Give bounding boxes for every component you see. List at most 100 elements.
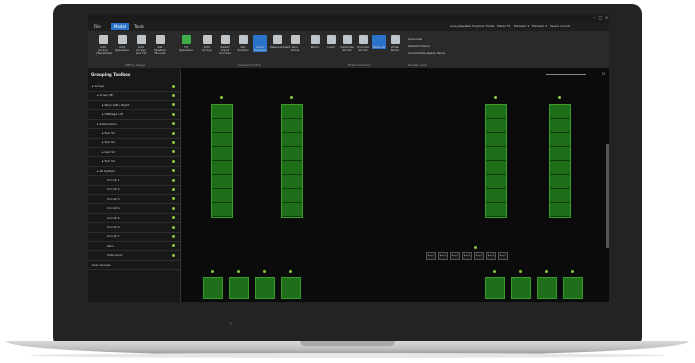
mute-mode-button[interactable]: Mute Mode xyxy=(388,35,402,52)
speaker-cabinet[interactable] xyxy=(486,105,506,119)
amplifier-box[interactable]: Amp 2 xyxy=(438,252,448,260)
amplifier-box[interactable]: Amp 3 xyxy=(450,252,460,260)
speaker-cabinet[interactable] xyxy=(550,147,570,161)
speaker-cabinet[interactable] xyxy=(550,175,570,189)
tree-item[interactable]: ▸ Arrays xyxy=(92,82,104,90)
speaker-cabinet[interactable] xyxy=(282,161,302,175)
top-right-item-element-1[interactable]: Element 1 xyxy=(514,23,529,30)
load-button[interactable]: Load xyxy=(324,35,338,49)
tree-item[interactable]: Circuit 4 xyxy=(107,204,120,212)
add-arrays-fill-button[interactable]: Add Arrays and Fill xyxy=(134,35,148,55)
set-speaker-mounts-button[interactable]: Set Speaker Mounts xyxy=(153,35,167,55)
speaker-array[interactable] xyxy=(211,104,233,218)
speaker-cabinet[interactable] xyxy=(212,189,232,203)
speaker-cabinet[interactable] xyxy=(486,175,506,189)
speaker-cabinet[interactable] xyxy=(282,175,302,189)
speaker-cabinet[interactable] xyxy=(282,105,302,119)
speaker-cabinet[interactable] xyxy=(212,119,232,133)
speaker-cabinet[interactable] xyxy=(282,189,302,203)
parity-button[interactable]: Parity xyxy=(308,35,322,49)
view-option-detailed[interactable]: Detailed Panel xyxy=(408,44,430,48)
speaker-array[interactable] xyxy=(281,104,303,218)
speaker-cabinet[interactable] xyxy=(212,105,232,119)
design-canvas[interactable]: ⊡ Amp 1 Amp 2 Amp 3 Amp 4 Amp 5 Amp 6 Amp 7 xyxy=(181,68,609,302)
speaker-cabinet[interactable] xyxy=(550,203,570,217)
calibrate-button[interactable]: Calibrate all Sel xyxy=(340,35,354,52)
close-icon[interactable]: × xyxy=(604,15,609,20)
tree-item[interactable]: Side Input xyxy=(107,251,122,259)
measurement-button[interactable]: Measurement xyxy=(270,35,291,49)
tree-item[interactable]: ▸ Sub S2 xyxy=(102,138,115,146)
menu-file[interactable]: File xyxy=(94,23,101,30)
speaker-cabinet[interactable] xyxy=(486,189,506,203)
speaker-cabinet[interactable] xyxy=(282,203,302,217)
add-arrays-button[interactable]: Add Arrays (Template) xyxy=(96,35,112,55)
subwoofer[interactable] xyxy=(511,277,531,299)
amplifier-box[interactable]: Amp 5 xyxy=(474,252,484,260)
tree-item[interactable]: ▸ All System xyxy=(97,167,115,175)
tree-item[interactable]: ▸ Array (M) xyxy=(97,91,113,99)
top-right-item-probe[interactable]: Probe xyxy=(486,23,495,30)
tree-item[interactable]: Circuit 5 xyxy=(107,214,120,222)
subwoofer[interactable] xyxy=(255,277,275,299)
select-input-sources-button[interactable]: Select Input Sources xyxy=(218,35,232,55)
top-right-item-space-mount[interactable]: Space mount xyxy=(550,23,570,30)
speaker-cabinet[interactable] xyxy=(486,203,506,217)
speaker-cabinet[interactable] xyxy=(486,119,506,133)
add-speakers-button[interactable]: Add Speakers xyxy=(115,35,129,52)
speaker-cabinet[interactable] xyxy=(282,133,302,147)
save-systems-button[interactable]: Save Systems xyxy=(253,35,267,52)
subwoofer[interactable] xyxy=(203,277,223,299)
speaker-cabinet[interactable] xyxy=(212,161,232,175)
amplifier-box[interactable]: Amp 7 xyxy=(498,252,508,260)
subwoofer[interactable] xyxy=(485,277,505,299)
tree-item[interactable]: Circuit 1 xyxy=(107,176,120,184)
tree-item[interactable]: ▸ Main Left / Right xyxy=(102,101,129,109)
subwoofer[interactable] xyxy=(563,277,583,299)
top-right-item-explorer[interactable]: Array/Speaker Explorer xyxy=(450,23,485,30)
maximize-icon[interactable]: □ xyxy=(598,15,603,20)
speaker-cabinet[interactable] xyxy=(550,133,570,147)
tree-item[interactable]: ▸ Offstage L/R xyxy=(102,110,123,118)
top-right-item-meter[interactable]: Meter FX xyxy=(497,23,510,30)
speaker-cabinet[interactable] xyxy=(550,161,570,175)
tree-item[interactable]: ▸ Sub S1 xyxy=(102,129,115,137)
tree-item[interactable]: ▸ Sub S4 xyxy=(102,157,115,165)
speaker-array[interactable] xyxy=(549,104,571,218)
speaker-cabinet[interactable] xyxy=(212,147,232,161)
tree-item[interactable]: Circuit 6 xyxy=(107,223,120,231)
run-show-button[interactable]: Run Show xyxy=(288,35,302,52)
tree-item[interactable]: Circuit 2 xyxy=(107,185,120,193)
tree-item[interactable]: ▸ Sub S3 xyxy=(102,148,115,156)
speaker-cabinet[interactable] xyxy=(212,133,232,147)
edit-arrays-button[interactable]: Edit Arrays xyxy=(200,35,214,52)
menu-tools[interactable]: Tools xyxy=(134,23,144,30)
speaker-cabinet[interactable] xyxy=(212,175,232,189)
amplifier-box[interactable]: Amp 1 xyxy=(426,252,436,260)
tree-item[interactable]: Circuit 3 xyxy=(107,195,120,203)
subwoofer[interactable] xyxy=(281,277,301,299)
amplifier-box[interactable]: Amp 6 xyxy=(486,252,496,260)
speaker-cabinet[interactable] xyxy=(486,133,506,147)
speaker-cabinet[interactable] xyxy=(550,119,570,133)
tree-item[interactable]: User Groups xyxy=(92,261,111,269)
set-system-button[interactable]: Set System xyxy=(236,35,250,52)
tree-item[interactable]: ▸ Subwoofers xyxy=(97,120,117,128)
mute-all-button[interactable]: Mute All xyxy=(372,35,386,49)
minimize-icon[interactable]: – xyxy=(592,15,597,20)
amplifier-box[interactable]: Amp 4 xyxy=(462,252,472,260)
speaker-cabinet[interactable] xyxy=(282,119,302,133)
speaker-array[interactable] xyxy=(485,104,507,218)
menu-model[interactable]: Model xyxy=(111,23,130,30)
view-option-overview[interactable]: Overview xyxy=(408,37,422,41)
tree-item[interactable]: Circuit 7 xyxy=(107,232,120,240)
speaker-cabinet[interactable] xyxy=(486,161,506,175)
zoom-slider[interactable] xyxy=(546,74,586,75)
speaker-cabinet[interactable] xyxy=(282,147,302,161)
speaker-cabinet[interactable] xyxy=(550,189,570,203)
vertical-scrollbar[interactable] xyxy=(606,144,609,248)
speaker-cabinet[interactable] xyxy=(550,105,570,119)
subwoofer[interactable] xyxy=(537,277,557,299)
speaker-cabinet[interactable] xyxy=(212,203,232,217)
speaker-cabinet[interactable] xyxy=(486,147,506,161)
